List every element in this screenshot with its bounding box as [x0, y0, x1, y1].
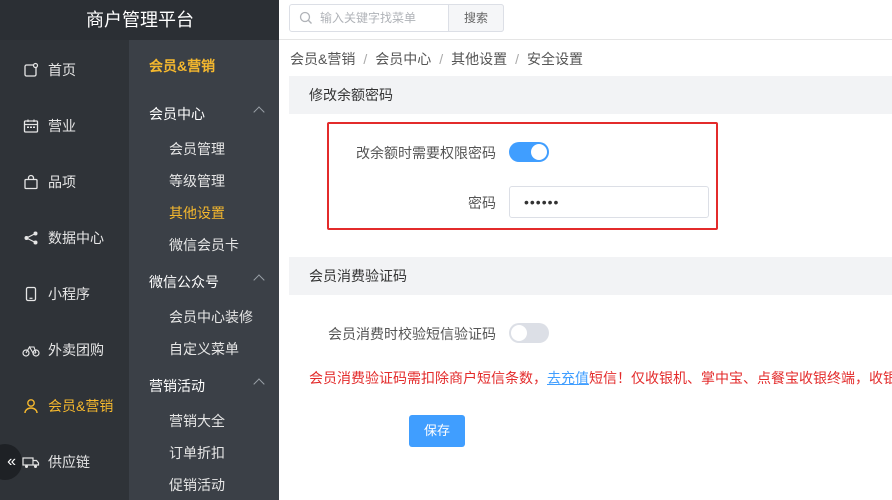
sms-warning-text: 会员消费验证码需扣除商户短信条数，去充值短信！仅收银机、掌中宝、点餐宝收银终端，…: [309, 368, 892, 388]
subnav-group-wechat-official[interactable]: 微信公众号: [149, 272, 265, 292]
breadcrumb-current: 安全设置: [527, 51, 584, 67]
subnav-title: 会员&营销: [149, 58, 216, 74]
subnav-item-order-discount[interactable]: 订单折扣: [169, 443, 225, 463]
top-bar: 搜索: [279, 0, 892, 40]
breadcrumb-item[interactable]: 会员&营销: [290, 51, 355, 67]
breadcrumb-separator: /: [363, 51, 368, 67]
toggle-knob: [511, 325, 527, 341]
require-password-label: 改余额时需要权限密码: [356, 145, 496, 161]
subnav-item-member-center-decor[interactable]: 会员中心装修: [169, 307, 253, 327]
app-title: 商户管理平台: [0, 0, 279, 40]
subnav-group-label: 微信公众号: [149, 274, 219, 290]
subnav-group-label: 会员中心: [149, 106, 205, 122]
nav-item-label: 数据中心: [48, 230, 104, 246]
save-button[interactable]: 保存: [409, 415, 465, 447]
primary-nav: 首页 营业 品项 数据中心 小程序 外卖团购 会员&营销 供应链: [0, 42, 129, 490]
nav-item-label: 营业: [48, 118, 76, 134]
secondary-sidebar: 会员&营销 会员中心 会员管理 等级管理 其他设置 微信会员卡 微信公众号 会员…: [129, 40, 279, 500]
home-icon: [22, 61, 40, 79]
nav-item-data-center[interactable]: 数据中心: [0, 210, 129, 266]
search-input[interactable]: [320, 8, 460, 28]
breadcrumb-separator: /: [439, 51, 444, 67]
chevron-up-icon: [253, 274, 265, 286]
subnav-group-member-center[interactable]: 会员中心: [149, 104, 265, 124]
subnav-item-member-management[interactable]: 会员管理: [169, 139, 225, 159]
section-sms-code-header: 会员消费验证码: [289, 257, 892, 295]
subnav-item-marketing-all[interactable]: 营销大全: [169, 411, 225, 431]
nav-item-label: 供应链: [48, 454, 90, 470]
bike-icon: [22, 341, 40, 359]
warning-text-part: 会员消费验证码需扣除商户短信条数，: [309, 370, 547, 386]
nav-item-mini-program[interactable]: 小程序: [0, 266, 129, 322]
user-icon: [22, 397, 40, 415]
nav-item-member-marketing[interactable]: 会员&营销: [0, 378, 129, 434]
nav-item-label: 小程序: [48, 286, 90, 302]
sms-verify-label: 会员消费时校验短信验证码: [328, 326, 496, 342]
search-button[interactable]: 搜索: [448, 4, 504, 32]
toggle-knob: [531, 144, 547, 160]
recharge-link[interactable]: 去充值: [547, 370, 589, 386]
chevron-up-icon: [253, 106, 265, 118]
require-password-toggle[interactable]: [509, 142, 549, 162]
phone-icon: [22, 285, 40, 303]
section-balance-password-header: 修改余额密码: [289, 76, 892, 114]
breadcrumb-item[interactable]: 其他设置: [451, 51, 507, 67]
bag-icon: [22, 173, 40, 191]
chevron-up-icon: [253, 378, 265, 390]
nav-item-label: 首页: [48, 62, 76, 78]
subnav-item-custom-menu[interactable]: 自定义菜单: [169, 339, 239, 359]
subnav-item-level-management[interactable]: 等级管理: [169, 171, 225, 191]
nav-item-home[interactable]: 首页: [0, 42, 129, 98]
password-label: 密码: [468, 195, 496, 211]
subnav-group-label: 营销活动: [149, 378, 205, 394]
nav-item-delivery[interactable]: 外卖团购: [0, 322, 129, 378]
warning-text-part: 短信！仅收银机、掌中宝、点餐宝收银终端，收银: [589, 370, 892, 386]
subnav-item-other-settings[interactable]: 其他设置: [169, 203, 225, 223]
share-icon: [22, 229, 40, 247]
nav-item-label: 外卖团购: [48, 342, 104, 358]
breadcrumb-separator: /: [515, 51, 520, 67]
password-field[interactable]: ••••••: [509, 186, 709, 218]
calendar-icon: [22, 117, 40, 135]
nav-item-label: 品项: [48, 174, 76, 190]
breadcrumb: 会员&营销 / 会员中心 / 其他设置 / 安全设置: [290, 49, 583, 69]
truck-icon: [22, 453, 40, 471]
sms-verify-toggle[interactable]: [509, 323, 549, 343]
subnav-item-wechat-member-card[interactable]: 微信会员卡: [169, 235, 239, 255]
subnav-group-marketing[interactable]: 营销活动: [149, 376, 265, 396]
nav-item-business[interactable]: 营业: [0, 98, 129, 154]
nav-item-label: 会员&营销: [48, 398, 114, 414]
subnav-item-promotion[interactable]: 促销活动: [169, 475, 225, 495]
search-icon: [299, 11, 313, 28]
nav-item-products[interactable]: 品项: [0, 154, 129, 210]
breadcrumb-item[interactable]: 会员中心: [375, 51, 431, 67]
